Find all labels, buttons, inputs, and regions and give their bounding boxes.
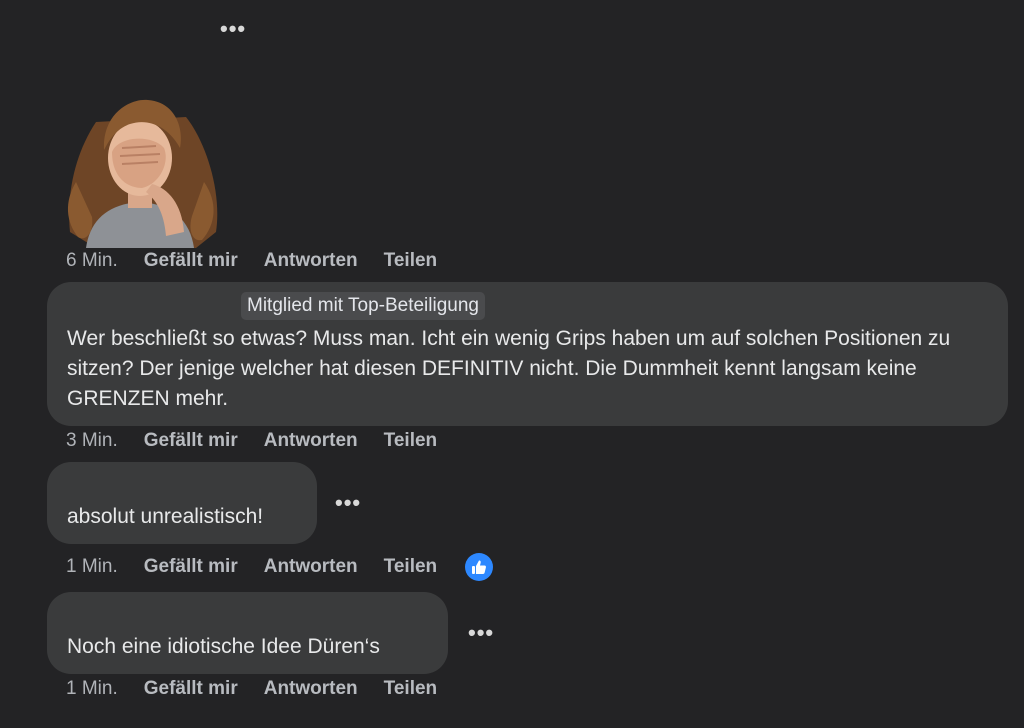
reply-button[interactable]: Antworten [264,678,358,700]
facepalm-avatar-sticker [56,92,224,248]
share-button[interactable]: Teilen [384,556,438,578]
like-button[interactable]: Gefällt mir [144,678,238,700]
reply-button[interactable]: Antworten [264,430,358,452]
comment-text: Wer beschließt so etwas? Muss man. Icht … [67,327,951,410]
share-button[interactable]: Teilen [384,250,438,272]
top-contributor-badge: Mitglied mit Top-Beteiligung [241,292,485,320]
thumbs-up-icon [472,560,487,574]
timestamp: 1 Min. [66,556,118,577]
share-button[interactable]: Teilen [384,678,438,700]
comment-meta: 1 Min. Gefällt mir Antworten Teilen [66,553,494,581]
timestamp: 3 Min. [66,430,118,451]
like-reaction-icon[interactable] [465,553,494,581]
reply-button[interactable]: Antworten [264,556,358,578]
like-button[interactable]: Gefällt mir [144,250,238,272]
timestamp: 6 Min. [66,250,118,271]
comment-meta: 6 Min. Gefällt mir Antworten Teilen [66,250,437,272]
like-button[interactable]: Gefällt mir [144,556,238,578]
like-button[interactable]: Gefällt mir [144,430,238,452]
timestamp: 1 Min. [66,678,118,699]
avatar-sticker-image [67,99,218,248]
reply-button[interactable]: Antworten [264,250,358,272]
share-button[interactable]: Teilen [384,430,438,452]
badge-label: Mitglied mit Top-Beteiligung [241,292,485,320]
comment-meta: 3 Min. Gefällt mir Antworten Teilen [66,430,437,452]
comment-bubble: Noch eine idiotische Idee Düren‘s [47,592,448,674]
comment-bubble: Mitglied mit Top-Beteiligung Wer beschli… [47,282,1008,426]
comment-text: Noch eine idiotische Idee Düren‘s [67,635,380,658]
comment-text: absolut unrealistisch! [67,505,264,528]
more-options-icon[interactable]: ••• [220,18,246,40]
comment-bubble: absolut unrealistisch! [47,462,317,544]
more-options-icon[interactable]: ••• [335,492,361,514]
more-options-icon[interactable]: ••• [468,622,494,644]
comment-meta: 1 Min. Gefällt mir Antworten Teilen [66,678,437,700]
